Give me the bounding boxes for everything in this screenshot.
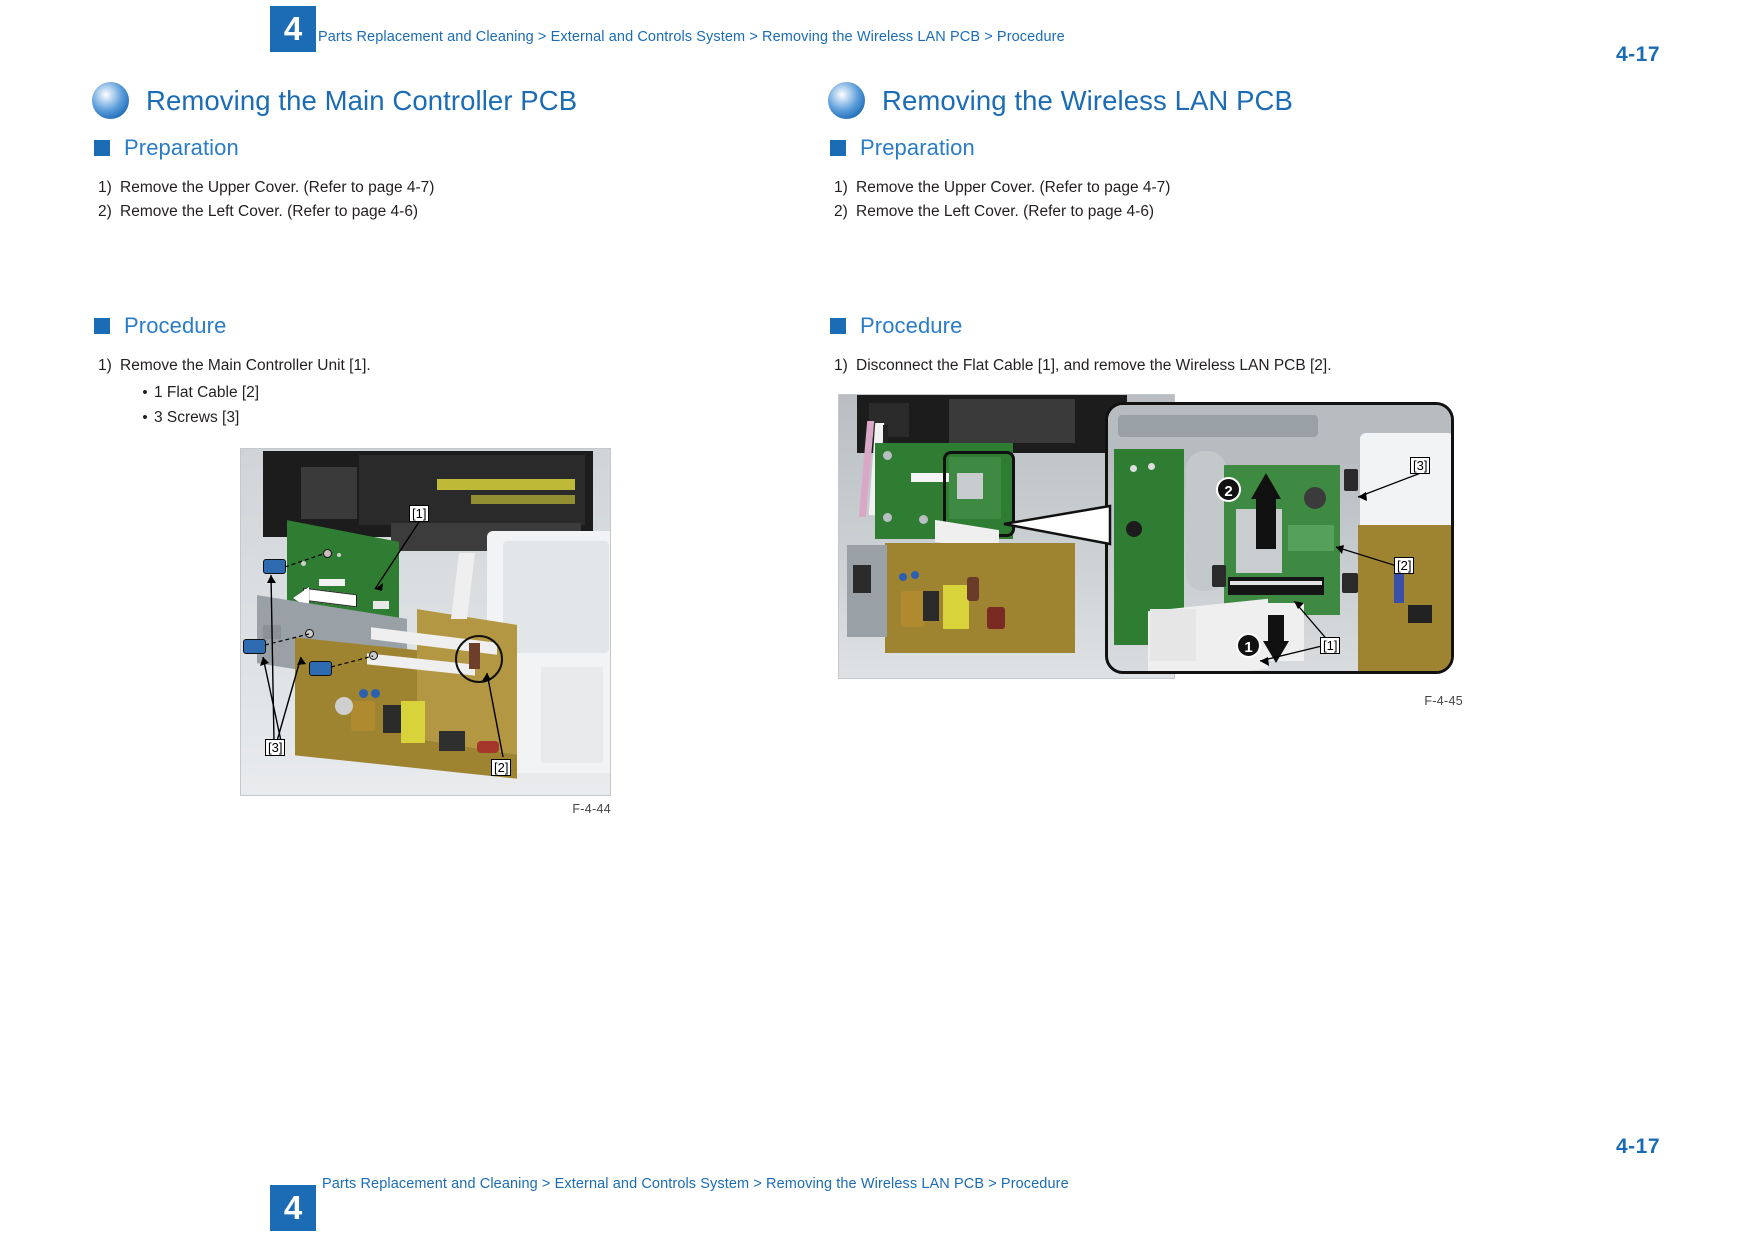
callout-3: [3] [265, 739, 286, 756]
list-item: 2) Remove the Left Cover. (Refer to page… [98, 200, 832, 224]
step-text: Remove the Upper Cover. (Refer to page 4… [856, 179, 1171, 196]
subheading-procedure-right: Procedure [828, 312, 1568, 340]
page-number-bottom: 4-17 [1616, 1135, 1661, 1158]
preparation-steps-left: 1) Remove the Upper Cover. (Refer to pag… [92, 176, 832, 224]
step-text: Remove the Left Cover. (Refer to page 4-… [856, 203, 1155, 220]
subheading-procedure-left: Procedure [92, 312, 832, 340]
bullet-dot-icon: • [142, 409, 148, 426]
figure-caption: F-4-44 [572, 802, 611, 816]
step-text: Remove the Left Cover. (Refer to page 4-… [120, 203, 419, 220]
list-item: 2) Remove the Left Cover. (Refer to page… [834, 200, 1568, 224]
subheading-text: Preparation [124, 135, 239, 160]
step-text: Remove the Main Controller Unit [1]. [120, 357, 371, 374]
section-title-wireless-lan: Removing the Wireless LAN PCB [828, 78, 1568, 124]
square-bullet-icon [830, 140, 846, 156]
page-number-top: 4-17 [1616, 43, 1661, 66]
inset-leader-lines [1259, 470, 1427, 666]
list-item: • 3 Screws [3] [136, 405, 832, 430]
sphere-bullet-icon [828, 82, 865, 119]
subheading-preparation-right: Preparation [828, 134, 1568, 162]
inset-callout-1: [1] [1320, 637, 1341, 654]
left-column: Removing the Main Controller PCB Prepara… [92, 78, 832, 816]
figure-wireless-lan: 2 1 [3] [2] [1] F-4-45 [828, 394, 1568, 708]
page-footer: 4 Parts Replacement and Cleaning > Exter… [0, 1176, 1754, 1231]
subheading-preparation-left: Preparation [92, 134, 832, 162]
list-item: 1) Remove the Upper Cover. (Refer to pag… [98, 176, 832, 200]
chapter-tab: 4 [270, 1185, 316, 1231]
subheading-text: Procedure [124, 313, 227, 338]
procedure-steps-left: 1) Remove the Main Controller Unit [1]. [92, 354, 832, 378]
step-text: Remove the Upper Cover. (Refer to page 4… [120, 179, 435, 196]
section-title-text: Removing the Main Controller PCB [146, 85, 578, 116]
procedure-bullets-left: • 1 Flat Cable [2] • 3 Screws [3] [92, 380, 832, 430]
photo-wireless-lan-inset: 2 1 [3] [2] [1] [1105, 402, 1454, 674]
sphere-bullet-icon [92, 82, 129, 119]
breadcrumb: Parts Replacement and Cleaning > Externa… [318, 29, 1065, 45]
figure-caption: F-4-45 [1424, 694, 1463, 708]
list-item: 1) Disconnect the Flat Cable [1], and re… [834, 354, 1568, 378]
list-item: • 1 Flat Cable [2] [136, 380, 832, 405]
section-title-text: Removing the Wireless LAN PCB [882, 85, 1293, 116]
step-number: 1) [98, 179, 112, 196]
subheading-text: Preparation [860, 135, 975, 160]
chapter-tab: 4 [270, 6, 316, 52]
bullet-dot-icon: • [142, 384, 148, 401]
section-title-main-controller: Removing the Main Controller PCB [92, 78, 832, 124]
step-text: Disconnect the Flat Cable [1], and remov… [856, 357, 1332, 374]
breadcrumb: Parts Replacement and Cleaning > Externa… [322, 1176, 1069, 1192]
bullet-text: 1 Flat Cable [2] [154, 384, 260, 401]
inset-callout-2: [2] [1394, 557, 1415, 574]
inset-callout-3: [3] [1410, 457, 1431, 474]
list-item: 1) Remove the Main Controller Unit [1]. [98, 354, 832, 378]
step-number: 1) [98, 357, 112, 374]
step-number: 1) [834, 179, 848, 196]
callout-2: [2] [491, 759, 512, 776]
subheading-text: Procedure [860, 313, 963, 338]
square-bullet-icon [830, 318, 846, 334]
page-header: 4 Parts Replacement and Cleaning > Exter… [0, 2, 1754, 54]
list-item: 1) Remove the Upper Cover. (Refer to pag… [834, 176, 1568, 200]
step-number: 2) [834, 203, 848, 220]
step-number: 2) [98, 203, 112, 220]
procedure-steps-right: 1) Disconnect the Flat Cable [1], and re… [828, 354, 1568, 378]
callout-1: [1] [409, 505, 430, 522]
photo-main-controller-pcb: [1] [2] [3] [240, 448, 611, 796]
preparation-steps-right: 1) Remove the Upper Cover. (Refer to pag… [828, 176, 1568, 224]
figure-main-controller: [1] [2] [3] F-4-44 [92, 448, 832, 816]
step-number: 1) [834, 357, 848, 374]
square-bullet-icon [94, 318, 110, 334]
right-column: Removing the Wireless LAN PCB Preparatio… [828, 78, 1568, 708]
square-bullet-icon [94, 140, 110, 156]
leader-lines [260, 518, 504, 758]
bullet-text: 3 Screws [3] [154, 409, 240, 426]
